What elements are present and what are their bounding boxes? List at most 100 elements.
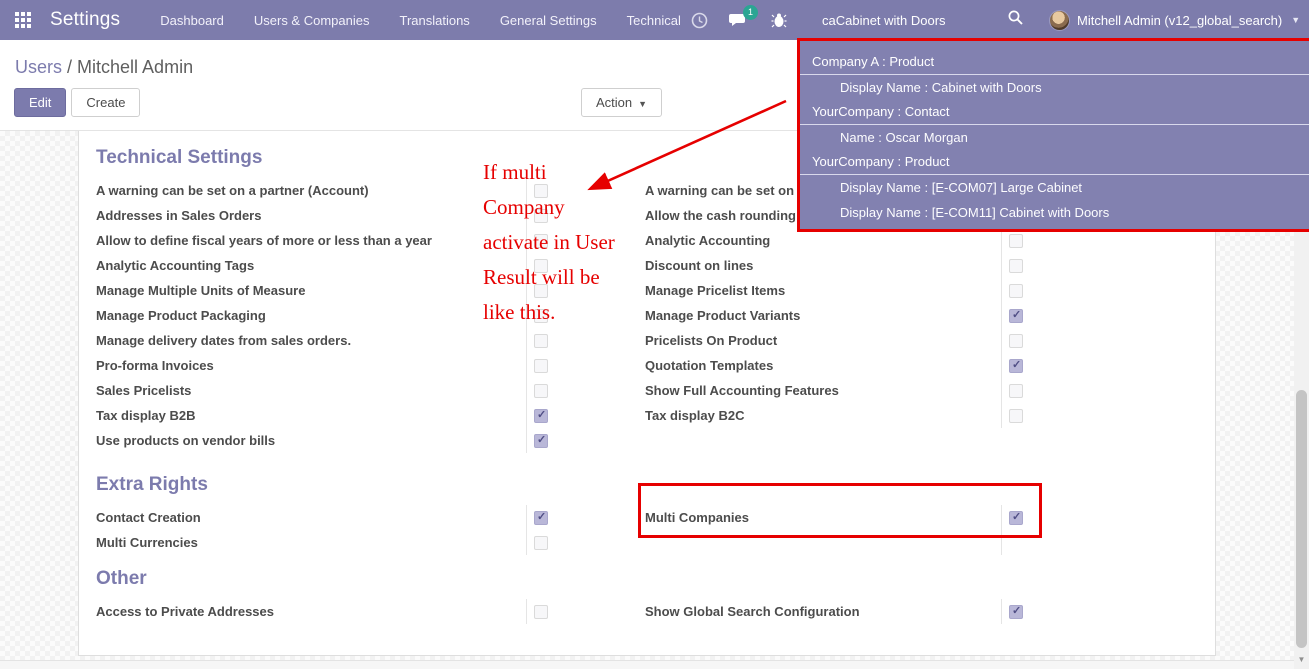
section-title-extra-rights: Extra Rights <box>96 474 208 495</box>
checkbox-cell <box>1001 530 1029 555</box>
user-name: Mitchell Admin (v12_global_search) <box>1077 12 1283 28</box>
checkbox-show-full-accounting-features[interactable] <box>1009 383 1023 398</box>
annotation-line: If multi <box>483 160 547 184</box>
top-navbar: Settings Dashboard Users & Companies Trans… <box>0 0 1309 40</box>
apps-menu-icon[interactable] <box>0 0 46 40</box>
scrollbar-thumb[interactable] <box>1296 390 1307 648</box>
search-icon[interactable] <box>1008 10 1023 30</box>
setting-row: Manage delivery dates from sales orders. <box>96 328 554 353</box>
other-right-column: Show Global Search Configuration <box>645 599 1029 624</box>
setting-row: Manage Product Variants <box>645 303 1029 328</box>
annotation-line: like this. <box>483 300 556 324</box>
bottom-strip <box>0 660 1309 669</box>
checkbox-show-global-search-configuration[interactable] <box>1009 604 1023 619</box>
activities-clock-icon[interactable] <box>686 0 712 40</box>
create-button[interactable]: Create <box>71 88 141 117</box>
edit-button[interactable]: Edit <box>14 88 67 117</box>
checkbox-cell <box>526 599 554 624</box>
checkbox-cell <box>526 353 554 378</box>
checkbox-quotation-templates[interactable] <box>1009 358 1023 373</box>
checkbox-cell <box>526 378 554 403</box>
annotation-line: activate in User <box>483 230 615 254</box>
checkbox-cell <box>1001 353 1029 378</box>
checkbox-pricelists-on-product[interactable] <box>1009 333 1023 348</box>
checkbox-cell <box>1001 228 1029 253</box>
setting-label-manage-multiple-units-of-measure: Manage Multiple Units of Measure <box>96 283 306 298</box>
checkbox-manage-delivery-dates-from-sales-orders[interactable] <box>534 333 548 348</box>
setting-row: Sales Pricelists <box>96 378 554 403</box>
grid-icon <box>15 12 31 28</box>
setting-row <box>645 530 1029 555</box>
checkbox-access-to-private-addresses[interactable] <box>534 604 548 619</box>
nav-item-users-companies[interactable]: Users & Companies <box>254 13 370 28</box>
setting-label-addresses-in-sales-orders: Addresses in Sales Orders <box>96 208 262 223</box>
checkbox-tax-display-b2b[interactable] <box>534 408 548 423</box>
search-input[interactable] <box>822 12 1000 28</box>
setting-label-manage-pricelist-items: Manage Pricelist Items <box>645 283 786 298</box>
annotation-note: If multi Company activate in User Result wi… <box>483 155 653 330</box>
message-count-badge: 1 <box>743 5 758 20</box>
setting-label-contact-creation: Contact Creation <box>96 510 201 525</box>
checkbox-sales-pricelists[interactable] <box>534 383 548 398</box>
search-result-item[interactable]: Display Name : [E-COM07] Large Cabinet <box>800 175 1309 200</box>
setting-label-quotation-templates: Quotation Templates <box>645 358 774 373</box>
setting-label-allow-to-define-fiscal-years-of-more-or-less-than-a-year: Allow to define fiscal years of more or … <box>96 233 432 248</box>
setting-label-multi-currencies: Multi Currencies <box>96 535 198 550</box>
setting-label-tax-display-b2c: Tax display B2C <box>645 408 745 423</box>
bug-icon[interactable] <box>766 0 792 40</box>
breadcrumb-current: Mitchell Admin <box>77 57 194 77</box>
setting-row: Contact Creation <box>96 505 554 530</box>
setting-label-discount-on-lines: Discount on lines <box>645 258 754 273</box>
search-result-item[interactable]: Name : Oscar Morgan <box>800 125 1309 150</box>
checkbox-manage-pricelist-items[interactable] <box>1009 283 1023 298</box>
setting-row: Quotation Templates <box>645 353 1029 378</box>
setting-label-access-to-private-addresses: Access to Private Addresses <box>96 604 275 619</box>
checkbox-pro-forma-invoices[interactable] <box>534 358 548 373</box>
search-group-header-yourcompany-product: YourCompany : Product <box>800 150 1309 175</box>
search-result-item[interactable]: Display Name : [E-COM11] Cabinet with Do… <box>800 200 1309 225</box>
setting-row: Tax display B2B <box>96 403 554 428</box>
checkbox-manage-product-variants[interactable] <box>1009 308 1023 323</box>
search-group-header-company-a-product: Company A : Product <box>800 50 1309 75</box>
action-dropdown-button[interactable]: Action ▼ <box>581 88 663 117</box>
search-group-header-yourcompany-contact: YourCompany : Contact <box>800 100 1309 125</box>
extra-rights-right-column: Multi Companies <box>645 505 1029 555</box>
checkbox-cell <box>1001 378 1029 403</box>
checkbox-multi-companies[interactable] <box>1009 510 1023 525</box>
scrollbar-down-arrow-icon[interactable]: ▼ <box>1294 653 1309 667</box>
setting-label-show-full-accounting-features: Show Full Accounting Features <box>645 383 839 398</box>
checkbox-contact-creation[interactable] <box>534 510 548 525</box>
setting-label-pro-forma-invoices: Pro-forma Invoices <box>96 358 214 373</box>
setting-row: Manage Pricelist Items <box>645 278 1029 303</box>
checkbox-cell <box>1001 328 1029 353</box>
nav-item-translations[interactable]: Translations <box>399 13 469 28</box>
app-title[interactable]: Settings <box>50 9 120 31</box>
checkbox-tax-display-b2c[interactable] <box>1009 408 1023 423</box>
nav-item-technical[interactable]: Technical <box>627 13 681 28</box>
setting-label-a-warning-can-be-set-on-a-partner-account: A warning can be set on a partner (Accou… <box>96 183 369 198</box>
section-title-other: Other <box>96 568 147 589</box>
checkbox-analytic-accounting[interactable] <box>1009 233 1023 248</box>
setting-row: Multi Currencies <box>96 530 554 555</box>
breadcrumb-users-link[interactable]: Users <box>15 57 62 77</box>
setting-row: Show Global Search Configuration <box>645 599 1029 624</box>
user-menu[interactable]: Mitchell Admin (v12_global_search) ▼ <box>1049 9 1300 31</box>
messages-icon[interactable]: 1 <box>726 0 758 40</box>
nav-item-dashboard[interactable]: Dashboard <box>160 13 224 28</box>
action-label: Action <box>596 95 633 110</box>
search-result-item[interactable]: Display Name : Cabinet with Doors <box>800 75 1309 100</box>
checkbox-cell <box>1001 303 1029 328</box>
breadcrumb: Users / Mitchell Admin <box>15 57 193 78</box>
setting-label-pricelists-on-product: Pricelists On Product <box>645 333 778 348</box>
global-search <box>822 10 1049 30</box>
setting-label-manage-product-variants: Manage Product Variants <box>645 308 801 323</box>
checkbox-use-products-on-vendor-bills[interactable] <box>534 433 548 448</box>
checkbox-multi-currencies[interactable] <box>534 535 548 550</box>
nav-item-general-settings[interactable]: General Settings <box>500 13 597 28</box>
checkbox-cell <box>526 403 554 428</box>
setting-row: Pro-forma Invoices <box>96 353 554 378</box>
checkbox-cell <box>1001 505 1029 530</box>
setting-label-multi-companies: Multi Companies <box>645 510 750 525</box>
setting-row: Tax display B2C <box>645 403 1029 428</box>
checkbox-discount-on-lines[interactable] <box>1009 258 1023 273</box>
